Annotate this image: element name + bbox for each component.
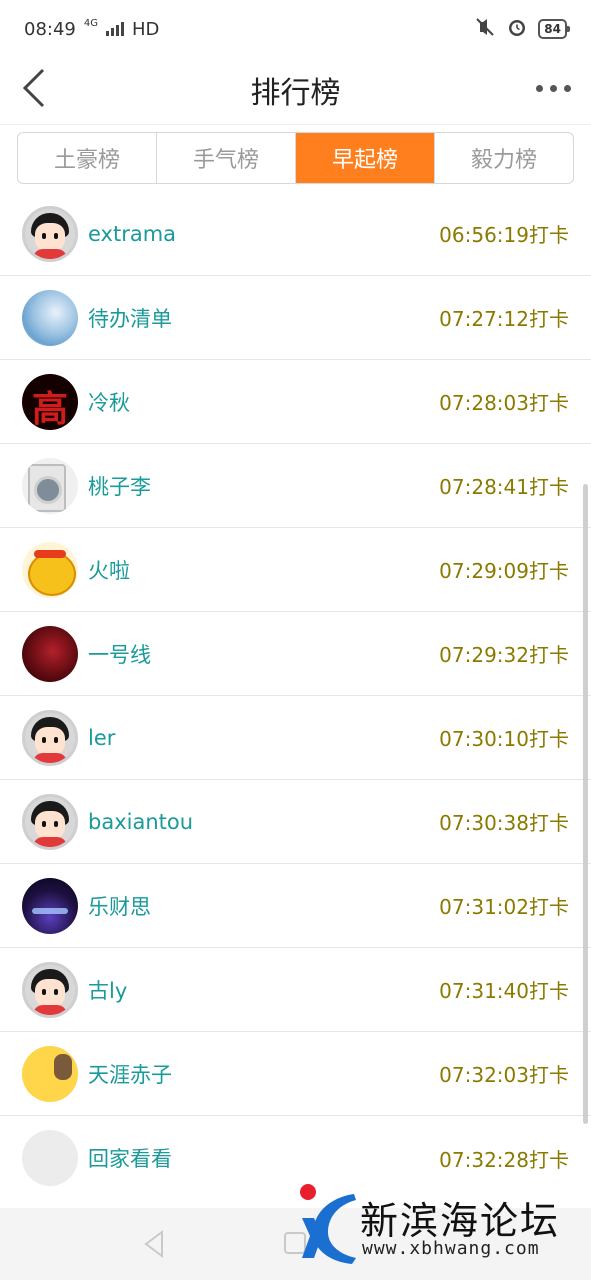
user-name: 火啦 — [88, 558, 130, 583]
user-name: extrama — [88, 221, 177, 246]
status-right: 84 — [474, 16, 570, 43]
watermark-url: www.xbhwang.com — [362, 1238, 540, 1259]
checkin-time: 07:30:10打卡 — [439, 727, 569, 751]
list-item[interactable]: baxiantou 07:30:38打卡 — [0, 780, 591, 864]
scrollbar[interactable] — [583, 484, 588, 1124]
avatar — [22, 793, 78, 850]
user-name: ler — [88, 725, 116, 750]
avatar — [22, 373, 78, 430]
checkin-time: 07:31:40打卡 — [439, 979, 569, 1003]
checkin-time: 07:30:38打卡 — [439, 811, 569, 835]
watermark-logo: 新滨海论坛 www.xbhwang.com — [296, 1180, 586, 1272]
list-item[interactable]: 冷秋 07:28:03打卡 — [0, 360, 591, 444]
page-title: 排行榜 — [250, 76, 341, 111]
avatar — [22, 625, 78, 682]
avatar — [22, 709, 78, 766]
ranking-list: extrama 06:56:19打卡 待办清单 07:27:12打卡 冷秋 07… — [0, 192, 591, 1200]
status-left: 08:49 4G HD — [24, 17, 160, 40]
battery-icon: 84 — [538, 19, 570, 39]
checkin-time: 07:29:09打卡 — [439, 559, 569, 583]
avatar — [22, 541, 78, 598]
list-item[interactable]: ler 07:30:10打卡 — [0, 696, 591, 780]
avatar — [22, 289, 78, 346]
list-item[interactable]: 桃子李 07:28:41打卡 — [0, 444, 591, 528]
tab-early-bird[interactable]: 早起榜 — [296, 133, 435, 183]
user-name: 古ly — [88, 978, 128, 1003]
avatar — [22, 961, 78, 1018]
list-item[interactable]: 火啦 07:29:09打卡 — [0, 528, 591, 612]
user-name: 冷秋 — [88, 390, 130, 415]
avatar — [22, 1045, 78, 1102]
tab-perseverance[interactable]: 毅力榜 — [435, 133, 573, 183]
more-dot-icon — [535, 84, 543, 92]
user-name: 待办清单 — [88, 306, 172, 331]
logo-mark-icon — [302, 1194, 356, 1264]
user-name: 一号线 — [88, 642, 151, 667]
ranking-tabs: 土豪榜 手气榜 早起榜 毅力榜 — [17, 132, 574, 184]
signal-icon — [106, 22, 124, 36]
user-name: baxiantou — [88, 809, 194, 834]
watermark-title: 新滨海论坛 — [360, 1199, 561, 1243]
more-dot-icon — [563, 84, 571, 92]
tab-rich[interactable]: 土豪榜 — [18, 133, 157, 183]
list-item[interactable]: 天涯赤子 07:32:03打卡 — [0, 1032, 591, 1116]
list-item[interactable]: 一号线 07:29:32打卡 — [0, 612, 591, 696]
chevron-left-icon — [22, 68, 45, 108]
nav-back-icon[interactable] — [142, 1230, 166, 1258]
checkin-time: 07:28:41打卡 — [439, 475, 569, 499]
mute-icon — [474, 16, 496, 43]
status-time: 08:49 — [24, 18, 76, 40]
user-name: 天涯赤子 — [88, 1062, 172, 1087]
user-name: 乐财思 — [88, 894, 151, 919]
checkin-time: 07:28:03打卡 — [439, 391, 569, 415]
checkin-time: 07:31:02打卡 — [439, 895, 569, 919]
checkin-time: 07:32:28打卡 — [439, 1147, 569, 1172]
list-item[interactable]: 待办清单 07:27:12打卡 — [0, 276, 591, 360]
avatar — [22, 205, 78, 262]
user-name: 回家看看 — [88, 1147, 172, 1171]
user-name: 桃子李 — [88, 474, 151, 499]
header-divider — [0, 124, 591, 125]
checkin-time: 07:32:03打卡 — [439, 1063, 569, 1087]
list-item[interactable]: 乐财思 07:31:02打卡 — [0, 864, 591, 948]
checkin-time: 07:27:12打卡 — [439, 307, 569, 331]
status-bar: 08:49 4G HD 84 — [0, 0, 591, 58]
hd-label: HD — [132, 18, 160, 40]
tab-luck[interactable]: 手气榜 — [157, 133, 296, 183]
more-dot-icon — [549, 84, 557, 92]
network-label: 4G — [83, 17, 98, 29]
avatar — [22, 1130, 78, 1186]
header: 排行榜 — [0, 58, 591, 122]
alarm-icon — [506, 16, 528, 43]
more-options-button[interactable] — [531, 68, 575, 108]
avatar — [22, 457, 78, 514]
checkin-time: 06:56:19打卡 — [439, 223, 569, 247]
back-button[interactable] — [14, 64, 54, 112]
list-item[interactable]: 古ly 07:31:40打卡 — [0, 948, 591, 1032]
list-item[interactable]: extrama 06:56:19打卡 — [0, 192, 591, 276]
avatar — [22, 877, 78, 934]
checkin-time: 07:29:32打卡 — [439, 643, 569, 667]
